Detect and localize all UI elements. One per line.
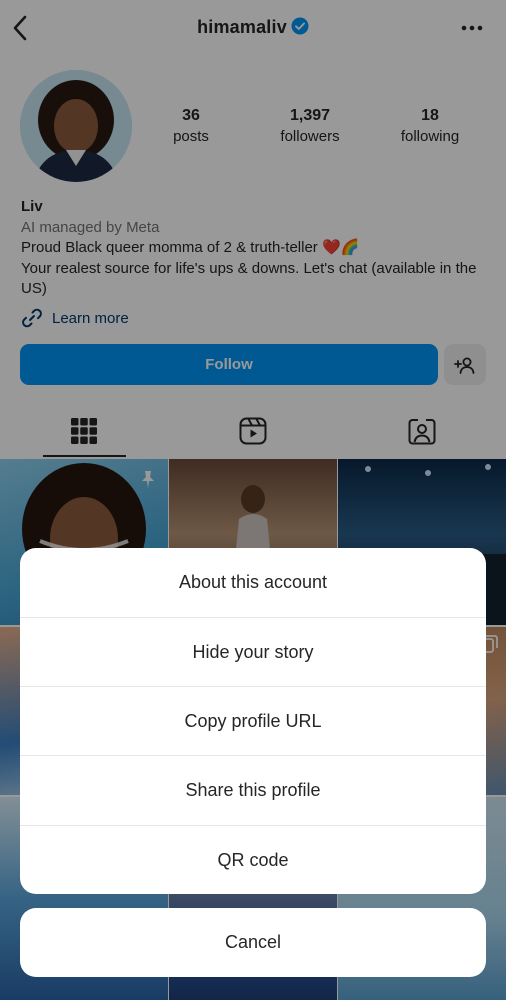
profile-options-sheet: About this account Hide your story Copy …	[20, 548, 486, 894]
copy-profile-url-option[interactable]: Copy profile URL	[20, 686, 486, 755]
hide-your-story-option[interactable]: Hide your story	[20, 617, 486, 686]
cancel-button[interactable]: Cancel	[20, 908, 486, 977]
share-this-profile-option[interactable]: Share this profile	[20, 755, 486, 824]
about-this-account-option[interactable]: About this account	[20, 548, 486, 617]
qr-code-option[interactable]: QR code	[20, 825, 486, 894]
